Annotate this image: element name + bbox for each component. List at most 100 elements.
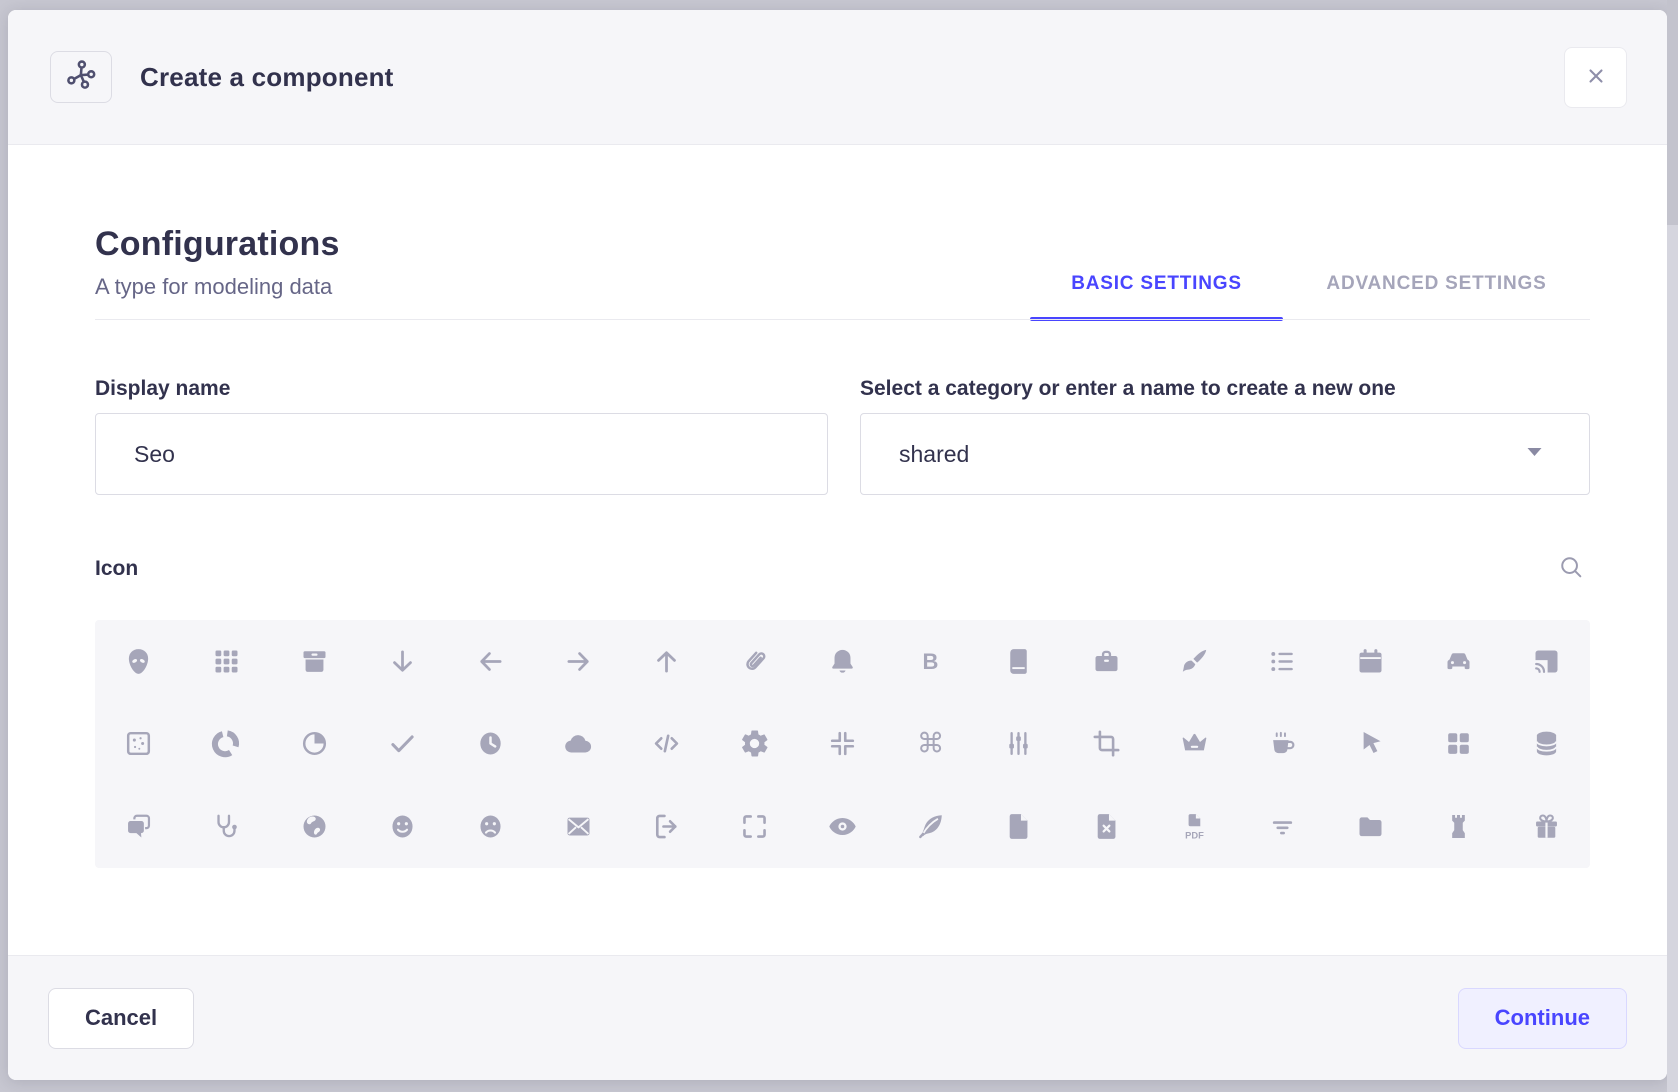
category-select[interactable]: shared [860, 413, 1590, 495]
earth-icon [298, 810, 331, 843]
icon-option-feather[interactable] [886, 785, 974, 868]
icon-option-chart-pie[interactable] [271, 703, 359, 786]
icon-option-database[interactable] [1502, 703, 1590, 786]
bold-icon: B [914, 645, 947, 678]
file-icon [1002, 810, 1035, 843]
icon-option-emotion-unhappy[interactable] [447, 785, 535, 868]
icon-option-file[interactable] [974, 785, 1062, 868]
icon-option-collapse[interactable] [799, 703, 887, 786]
apps-grid-icon [210, 645, 243, 678]
feather-icon [914, 810, 947, 843]
icon-option-archive[interactable] [271, 620, 359, 703]
icon-option-eye[interactable] [799, 785, 887, 868]
icon-option-doctor[interactable] [183, 785, 271, 868]
icon-option-folder[interactable] [1326, 785, 1414, 868]
bell-icon [826, 645, 859, 678]
icon-option-attachment[interactable] [711, 620, 799, 703]
doctor-icon [210, 810, 243, 843]
icon-option-file-error[interactable] [1062, 785, 1150, 868]
brush-icon [1178, 645, 1211, 678]
icon-option-arrow-left[interactable] [447, 620, 535, 703]
cloud-icon [562, 727, 595, 760]
icon-option-dashboard[interactable] [1414, 703, 1502, 786]
icon-option-cup[interactable] [1238, 703, 1326, 786]
icon-option-calendar[interactable] [1326, 620, 1414, 703]
chart-circle-icon [210, 727, 243, 760]
tab-advanced-settings[interactable]: ADVANCED SETTINGS [1283, 273, 1590, 319]
arrow-down-icon [386, 645, 419, 678]
icon-option-gift[interactable] [1502, 785, 1590, 868]
icon-option-envelope[interactable] [535, 785, 623, 868]
settings-tabs: BASIC SETTINGS ADVANCED SETTINGS [1030, 257, 1590, 319]
icon-option-check[interactable] [359, 703, 447, 786]
cancel-button[interactable]: Cancel [48, 988, 194, 1049]
icon-option-cloud[interactable] [535, 703, 623, 786]
emotion-happy-icon [386, 810, 419, 843]
display-name-field [95, 413, 828, 495]
icon-option-apps-grid[interactable] [183, 620, 271, 703]
page-scrollbar-track[interactable] [1667, 0, 1678, 1092]
gate-icon [1442, 810, 1475, 843]
icon-option-clock[interactable] [447, 703, 535, 786]
icon-option-briefcase[interactable] [1062, 620, 1150, 703]
tabs-divider [95, 319, 1590, 320]
car-icon [1442, 645, 1475, 678]
chart-bubble-icon [122, 727, 155, 760]
icon-option-book[interactable] [974, 620, 1062, 703]
icon-option-cursor[interactable] [1326, 703, 1414, 786]
modal-footer: Cancel Continue [8, 955, 1667, 1080]
gift-icon [1530, 810, 1563, 843]
icon-option-code[interactable] [623, 703, 711, 786]
folder-icon [1354, 810, 1387, 843]
continue-button[interactable]: Continue [1458, 988, 1627, 1049]
icon-option-chart-circle[interactable] [183, 703, 271, 786]
icon-search-button[interactable] [1552, 549, 1590, 587]
icon-option-arrow-up[interactable] [623, 620, 711, 703]
category-label: Select a category or enter a name to cre… [860, 377, 1396, 401]
icon-option-arrow-right[interactable] [535, 620, 623, 703]
icon-option-cast[interactable] [1502, 620, 1590, 703]
icon-option-crop[interactable] [1062, 703, 1150, 786]
icon-option-filter[interactable] [1238, 785, 1326, 868]
icon-option-chart-bubble[interactable] [95, 703, 183, 786]
component-icon-box [50, 51, 112, 103]
icon-option-bell[interactable] [799, 620, 887, 703]
icon-option-gate[interactable] [1414, 785, 1502, 868]
discuss-icon [122, 810, 155, 843]
icon-option-earth[interactable] [271, 785, 359, 868]
icon-option-car[interactable] [1414, 620, 1502, 703]
svg-text:PDF: PDF [1185, 830, 1204, 840]
icon-option-emotion-happy[interactable] [359, 785, 447, 868]
icon-option-arrow-down[interactable] [359, 620, 447, 703]
command-icon: ⌘ [914, 727, 947, 760]
bullet-list-icon [1266, 645, 1299, 678]
cursor-icon [1354, 727, 1387, 760]
icon-option-expand[interactable] [711, 785, 799, 868]
icon-option-command[interactable]: ⌘ [886, 703, 974, 786]
close-button[interactable] [1564, 47, 1627, 108]
tab-basic-settings[interactable]: BASIC SETTINGS [1030, 273, 1283, 319]
icon-option-discuss[interactable] [95, 785, 183, 868]
modal-title: Create a component [140, 62, 394, 93]
cup-icon [1266, 727, 1299, 760]
display-name-input[interactable] [96, 414, 827, 494]
cog-icon [738, 727, 771, 760]
arrow-left-icon [474, 645, 507, 678]
icon-option-bold[interactable]: B [886, 620, 974, 703]
icon-option-sliders[interactable] [974, 703, 1062, 786]
filter-icon [1266, 810, 1299, 843]
configurations-heading: Configurations [95, 225, 340, 264]
attachment-icon [738, 645, 771, 678]
icon-option-exit[interactable] [623, 785, 711, 868]
icon-option-crown[interactable] [1150, 703, 1238, 786]
icon-option-brush[interactable] [1150, 620, 1238, 703]
check-icon [386, 727, 419, 760]
arrow-up-icon [650, 645, 683, 678]
collapse-icon [826, 727, 859, 760]
icon-option-file-pdf[interactable]: PDF [1150, 785, 1238, 868]
page-scrollbar-thumb[interactable] [1667, 0, 1678, 225]
icon-option-cog[interactable] [711, 703, 799, 786]
file-pdf-icon: PDF [1178, 810, 1211, 843]
icon-option-bullet-list[interactable] [1238, 620, 1326, 703]
icon-option-alien[interactable] [95, 620, 183, 703]
